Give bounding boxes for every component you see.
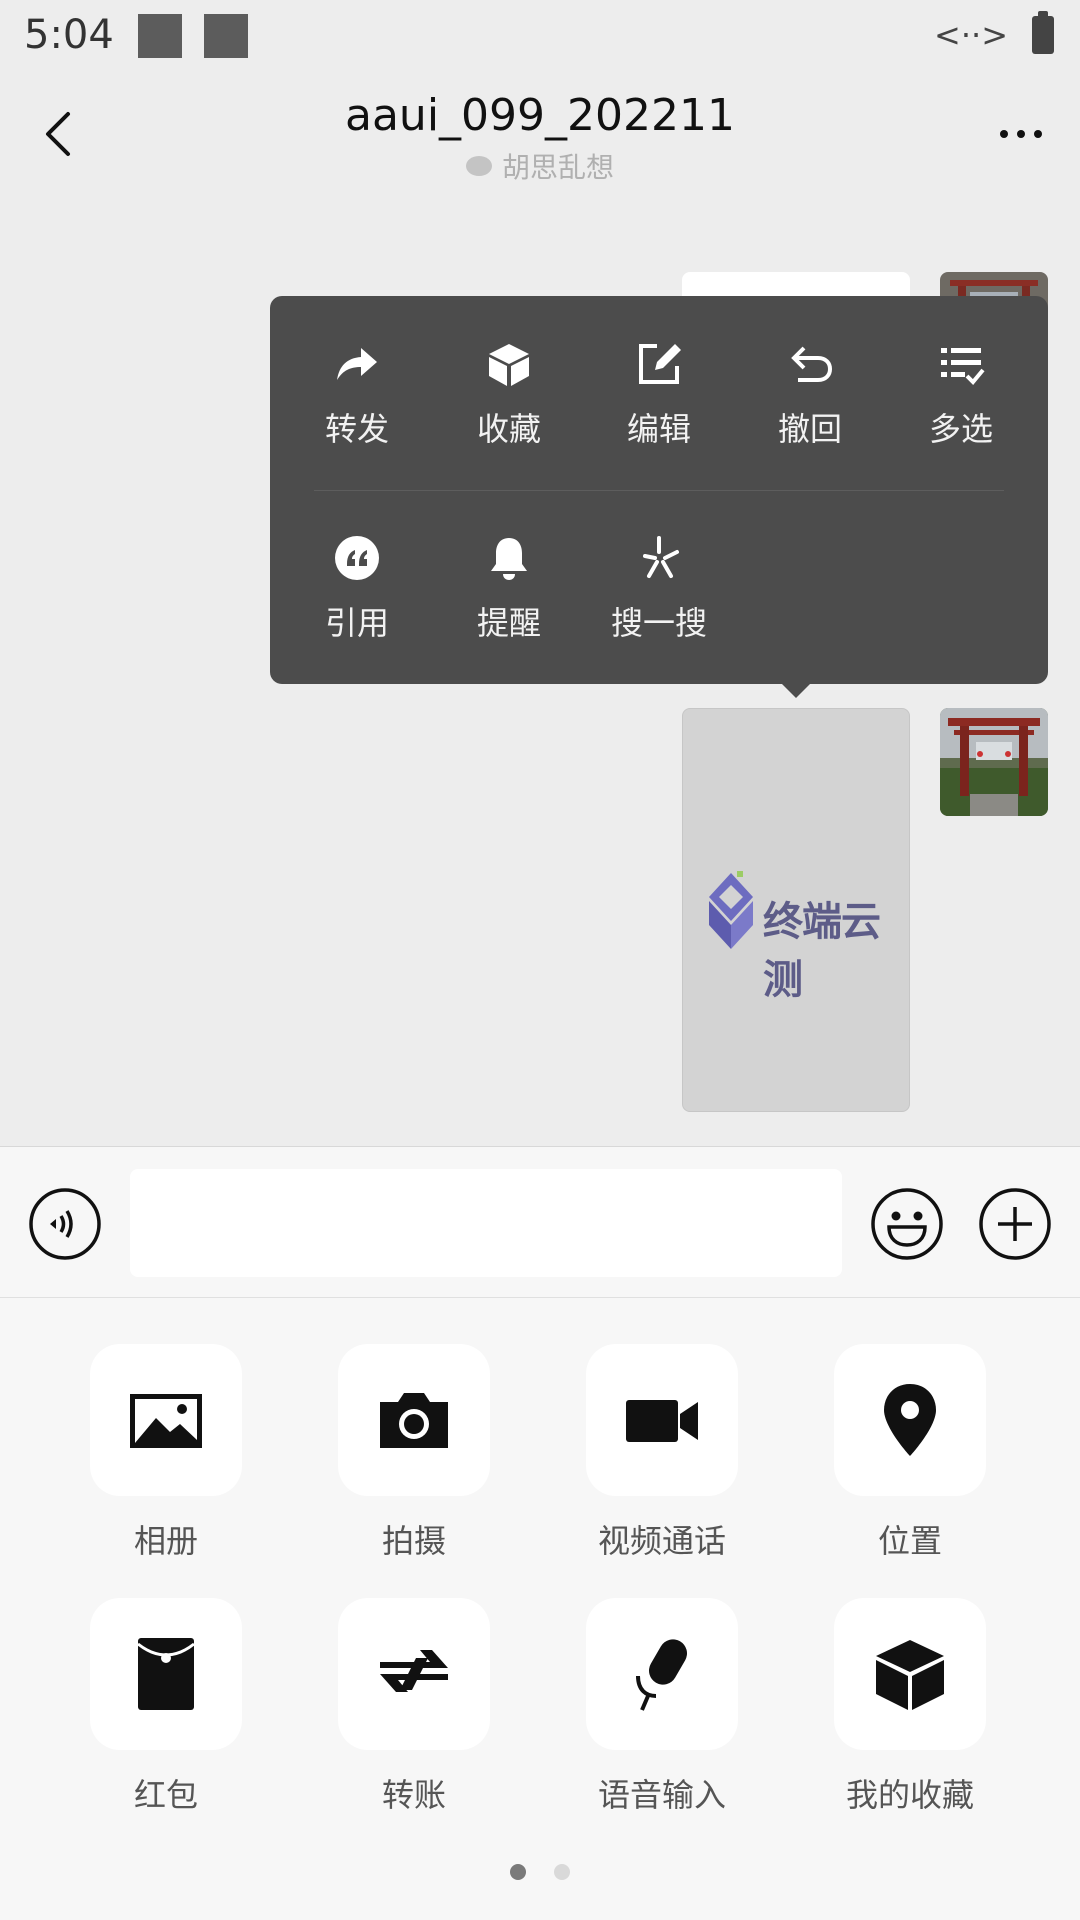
edit-icon <box>639 344 681 384</box>
microphone-icon <box>636 1639 687 1711</box>
menu-item-search[interactable]: 搜一搜 <box>584 526 734 644</box>
panel-item-label: 视频通话 <box>597 1522 726 1560</box>
transfer-icon <box>380 1650 448 1692</box>
menu-item-recall[interactable]: 撤回 <box>735 332 885 450</box>
menu-item-edit[interactable]: 编辑 <box>584 332 734 450</box>
panel-tile <box>90 1598 242 1750</box>
notification-icon <box>138 14 182 58</box>
multi-select-icon <box>941 348 985 385</box>
panel-item-album[interactable]: 相册 <box>66 1344 266 1562</box>
context-menu-arrow <box>782 684 810 698</box>
panel-tile <box>586 1598 738 1750</box>
panel-item-label: 拍摄 <box>381 1522 446 1560</box>
forward-icon <box>337 348 377 380</box>
status-bar: 5:04 <··> <box>0 0 1080 74</box>
chat-header: aaui_099_202211 胡思乱想 <box>0 74 1080 194</box>
photo-album-icon <box>130 1394 202 1448</box>
message-context-menu: 转发 收藏 编辑 撤回 多选 引用 提醒 搜一搜 <box>270 296 1048 684</box>
panel-item-label: 转账 <box>381 1776 446 1814</box>
panel-item-video-call[interactable]: 视频通话 <box>562 1344 762 1562</box>
page-dot-active[interactable] <box>510 1864 526 1880</box>
menu-item-label: 撤回 <box>777 410 842 448</box>
panel-tile <box>338 1344 490 1496</box>
context-menu-divider <box>314 490 1004 491</box>
location-pin-icon <box>884 1384 936 1456</box>
red-packet-icon <box>137 1638 195 1710</box>
camera-icon <box>380 1393 448 1448</box>
notification-icon <box>204 14 248 58</box>
menu-item-label: 提醒 <box>476 604 541 642</box>
panel-item-voice-input[interactable]: 语音输入 <box>562 1598 762 1816</box>
video-call-icon <box>626 1400 698 1442</box>
network-icon: <··> <box>934 16 1008 54</box>
menu-item-label: 编辑 <box>626 410 691 448</box>
menu-item-label: 搜一搜 <box>610 604 707 642</box>
menu-item-label: 转发 <box>324 410 389 448</box>
menu-item-forward[interactable]: 转发 <box>282 332 432 450</box>
chat-subtitle: 胡思乱想 <box>0 146 1080 186</box>
status-time: 5:04 <box>24 12 114 58</box>
image-message[interactable]: 终端云测 <box>682 708 910 1112</box>
panel-item-label: 红包 <box>133 1776 198 1814</box>
panel-item-label: 我的收藏 <box>845 1776 974 1814</box>
menu-item-label: 引用 <box>324 604 389 642</box>
chat-status-text: 胡思乱想 <box>501 151 614 184</box>
bell-icon <box>491 538 527 580</box>
plus-icon[interactable] <box>978 1187 1052 1261</box>
panel-item-red-packet[interactable]: 红包 <box>66 1598 266 1816</box>
voice-input-icon[interactable] <box>28 1187 102 1261</box>
panel-item-label: 位置 <box>877 1522 942 1560</box>
chat-title: aaui_099_202211 <box>345 90 735 141</box>
emoji-icon[interactable] <box>870 1187 944 1261</box>
page-indicator <box>0 1864 1080 1884</box>
quote-icon <box>335 536 379 580</box>
context-menu-row: 转发 收藏 编辑 撤回 多选 <box>270 332 1048 482</box>
panel-tile <box>338 1598 490 1750</box>
panel-tile <box>834 1344 986 1496</box>
menu-item-multi-select[interactable]: 多选 <box>886 332 1036 450</box>
function-panel: 相册 拍摄 视频通话 位置 红包 转账 语音输入 我的收藏 <box>0 1298 1080 1920</box>
menu-item-remind[interactable]: 提醒 <box>434 526 584 644</box>
undo-icon <box>791 346 833 382</box>
context-menu-row: 引用 提醒 搜一搜 <box>270 526 1048 676</box>
logo-icon <box>709 871 753 949</box>
panel-item-camera[interactable]: 拍摄 <box>314 1344 514 1562</box>
panel-tile <box>834 1598 986 1750</box>
panel-tile <box>586 1344 738 1496</box>
more-options-icon[interactable] <box>986 104 1056 164</box>
message-input-bar <box>0 1146 1080 1298</box>
page-dot[interactable] <box>554 1864 570 1880</box>
panel-tile <box>90 1344 242 1496</box>
menu-item-label: 收藏 <box>476 410 541 448</box>
sparkle-search-icon <box>643 536 679 578</box>
battery-icon <box>1032 11 1054 54</box>
chat-bubble-icon <box>465 156 492 176</box>
cube-icon <box>489 344 529 386</box>
logo-text: 终端云测 <box>763 899 881 1003</box>
menu-item-quote[interactable]: 引用 <box>282 526 432 644</box>
menu-item-favorite[interactable]: 收藏 <box>434 332 584 450</box>
panel-item-label: 相册 <box>133 1522 198 1560</box>
favorites-icon <box>876 1640 944 1710</box>
panel-item-transfer[interactable]: 转账 <box>314 1598 514 1816</box>
message-input[interactable] <box>130 1169 842 1277</box>
menu-item-label: 多选 <box>928 410 993 448</box>
panel-item-location[interactable]: 位置 <box>810 1344 1010 1562</box>
avatar[interactable] <box>940 708 1048 816</box>
panel-item-favorites[interactable]: 我的收藏 <box>810 1598 1010 1816</box>
panel-item-label: 语音输入 <box>597 1776 726 1814</box>
